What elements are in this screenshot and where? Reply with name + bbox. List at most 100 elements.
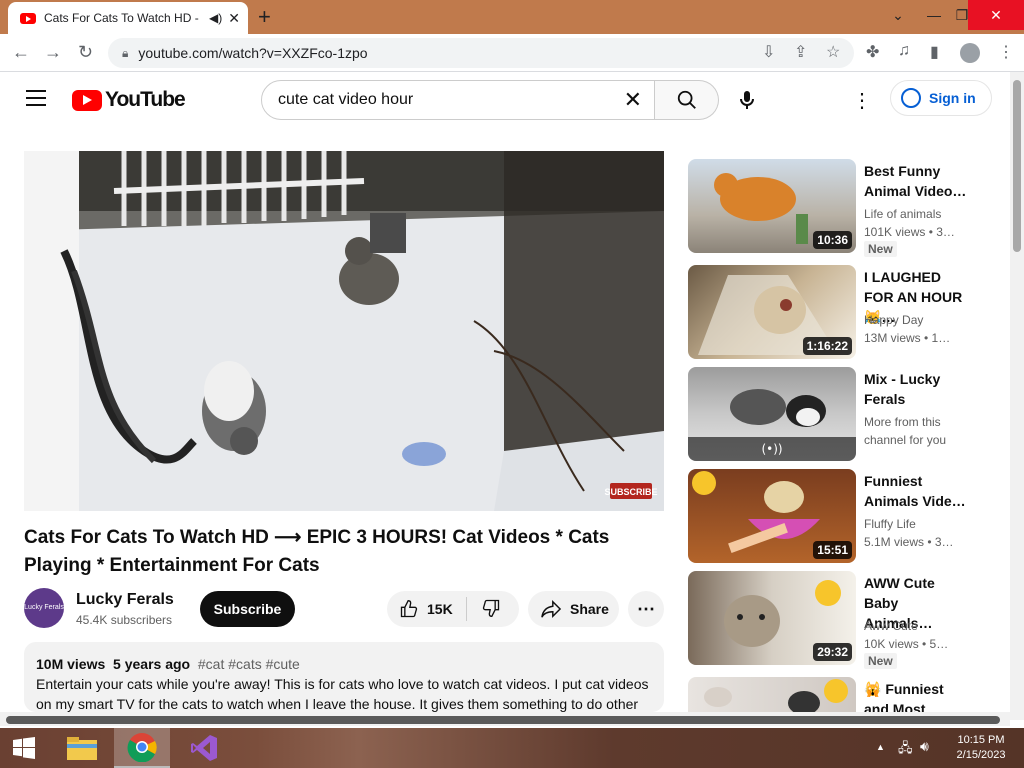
search-input[interactable]: cute cat video hour ✕ bbox=[261, 80, 655, 120]
search-icon bbox=[677, 90, 696, 109]
visual-studio-app[interactable] bbox=[176, 728, 232, 768]
browser-title-bar: Cats For Cats To Watch HD - ◀︎) ✕ + ⌄ — … bbox=[0, 0, 1024, 34]
new-badge: New bbox=[864, 241, 897, 257]
taskbar-clock[interactable]: 10:15 PM 2/15/2023 bbox=[946, 733, 1016, 763]
video-title: Cats For Cats To Watch HD ⟶ EPIC 3 HOURS… bbox=[24, 527, 610, 576]
youtube-favicon-icon bbox=[20, 12, 36, 24]
thumbnail-image bbox=[704, 679, 848, 712]
extensions-puzzle-icon[interactable]: ✤ bbox=[866, 42, 879, 62]
video-thumbnail[interactable]: 10:36 bbox=[688, 159, 856, 253]
recommendation-item[interactable]: 1:16:22 I LAUGHED FOR AN HOUR😹… Happy Da… bbox=[688, 265, 988, 359]
window-close-button[interactable]: ✕ bbox=[968, 0, 1024, 30]
duration-badge: 15:51 bbox=[813, 541, 852, 559]
youtube-logo[interactable]: YouTube bbox=[72, 88, 186, 112]
lock-icon[interactable]: 🔒︎ bbox=[122, 46, 128, 61]
more-horizontal-icon: ⋯ bbox=[637, 598, 655, 619]
speaker-icon[interactable]: ◀︎) bbox=[209, 11, 222, 25]
video-player[interactable]: SUBSCRIBE bbox=[24, 151, 664, 511]
channel-avatar[interactable]: Lucky Ferals bbox=[24, 588, 64, 628]
network-icon[interactable]: 🖧︎ bbox=[898, 739, 913, 761]
clear-search-icon[interactable]: ✕ bbox=[624, 87, 642, 113]
reload-icon[interactable]: ↻ bbox=[78, 42, 93, 63]
share-page-icon[interactable]: ⇪ bbox=[794, 42, 807, 62]
url-text: youtube.com/watch?v=XXZFco-1zpo bbox=[138, 45, 368, 61]
bookmark-star-icon[interactable]: ☆ bbox=[826, 42, 840, 62]
recommendation-item[interactable]: (•)) Mix - Lucky Ferals More from this c… bbox=[688, 367, 988, 461]
recommendation-channel: Aww Cute bbox=[864, 619, 918, 633]
tab-close-icon[interactable]: ✕ bbox=[228, 10, 240, 27]
new-tab-button[interactable]: + bbox=[258, 4, 271, 30]
recommendation-item[interactable]: 🙀 Funniest and Most Hilariou… bbox=[688, 677, 988, 712]
vertical-scroll-thumb[interactable] bbox=[1013, 80, 1021, 252]
chrome-icon bbox=[127, 733, 157, 762]
media-control-icon[interactable]: ♫ bbox=[898, 42, 910, 60]
browser-toolbar: ← → ↻ 🔒︎ youtube.com/watch?v=XXZFco-1zpo… bbox=[0, 34, 1024, 72]
like-button[interactable]: 15K bbox=[387, 597, 467, 621]
share-arrow-icon bbox=[541, 599, 562, 619]
share-button[interactable]: Share bbox=[528, 591, 619, 627]
recommendation-stats: 13M views • 1… bbox=[864, 331, 951, 345]
video-thumbnail[interactable]: (•)) bbox=[688, 367, 856, 461]
address-bar[interactable]: 🔒︎ youtube.com/watch?v=XXZFco-1zpo bbox=[108, 38, 854, 68]
description-box[interactable]: 10M views 5 years ago #cat #cats #cute E… bbox=[24, 642, 664, 712]
windows-start-button[interactable] bbox=[0, 728, 48, 768]
back-arrow-icon[interactable]: ← bbox=[12, 42, 30, 63]
install-icon[interactable]: ⇩ bbox=[762, 42, 775, 62]
subscribe-watermark: SUBSCRIBE bbox=[604, 487, 657, 497]
hashtags[interactable]: #cat #cats #cute bbox=[198, 656, 300, 672]
file-explorer-app[interactable] bbox=[54, 728, 110, 768]
recommendation-title: Mix - Lucky Ferals bbox=[864, 371, 941, 407]
recommendation-item[interactable]: 10:36 Best Funny Animal Video… Life of a… bbox=[688, 159, 988, 257]
recommendation-channel: Fluffy Life bbox=[864, 517, 916, 531]
youtube-header: YouTube cute cat video hour ✕ ⋮ Sign in bbox=[0, 72, 1010, 128]
recommendation-item[interactable]: 29:32 AWW Cute Baby Animals… Aww Cute 10… bbox=[688, 571, 988, 669]
forward-arrow-icon[interactable]: → bbox=[44, 42, 62, 63]
thumbs-down-icon bbox=[482, 599, 500, 617]
account-icon bbox=[901, 88, 921, 108]
volume-icon[interactable]: 🔊︎ bbox=[920, 738, 929, 755]
windows-taskbar: ▲ 🖧︎ 🔊︎ bbox=[0, 728, 1024, 768]
recommendation-title: Funniest Animals Vide… bbox=[864, 473, 966, 509]
microphone-icon[interactable] bbox=[735, 88, 759, 112]
profile-avatar-icon[interactable] bbox=[960, 43, 980, 63]
chrome-app[interactable] bbox=[114, 728, 170, 768]
side-panel-icon[interactable]: ▮ bbox=[930, 42, 939, 62]
browser-tab[interactable]: Cats For Cats To Watch HD - ◀︎) ✕ bbox=[8, 2, 248, 34]
recommendation-title: 🙀 Funniest and Most Hilariou… bbox=[864, 681, 944, 712]
dislike-button[interactable] bbox=[467, 598, 501, 621]
sign-in-button[interactable]: Sign in bbox=[890, 80, 992, 116]
upload-age: 5 years ago bbox=[113, 656, 191, 672]
youtube-play-icon bbox=[72, 89, 102, 111]
description-text: Entertain your cats while you're away! T… bbox=[36, 676, 649, 712]
video-frame: SUBSCRIBE bbox=[24, 151, 664, 511]
duration-badge: 10:36 bbox=[813, 231, 852, 249]
horizontal-scroll-thumb[interactable] bbox=[6, 716, 1000, 724]
visual-studio-icon bbox=[191, 735, 217, 761]
recommendation-channel: More from this bbox=[864, 415, 941, 429]
recommendation-title: Best Funny Animal Video… bbox=[864, 163, 967, 199]
video-thumbnail[interactable] bbox=[688, 677, 856, 712]
folder-icon bbox=[67, 737, 97, 760]
recommendation-item[interactable]: 15:51 Funniest Animals Vide… Fluffy Life… bbox=[688, 469, 988, 563]
settings-more-icon[interactable]: ⋮ bbox=[852, 88, 872, 113]
search-query: cute cat video hour bbox=[278, 91, 414, 108]
thumbs-up-icon bbox=[400, 599, 418, 618]
hamburger-menu-icon[interactable] bbox=[26, 90, 46, 106]
video-thumbnail[interactable]: 29:32 bbox=[688, 571, 856, 665]
subscriber-count: 45.4K subscribers bbox=[76, 613, 173, 627]
search-button[interactable] bbox=[655, 80, 719, 120]
duration-badge: 29:32 bbox=[813, 643, 852, 661]
recommendation-stats: 5.1M views • 3… bbox=[864, 535, 954, 549]
browser-menu-icon[interactable]: ⋮ bbox=[998, 42, 1014, 62]
show-hidden-icons[interactable]: ▲ bbox=[876, 742, 885, 752]
video-thumbnail[interactable]: 15:51 bbox=[688, 469, 856, 563]
thumbnail-image: (•)) bbox=[688, 389, 856, 461]
channel-name[interactable]: Lucky Ferals bbox=[76, 591, 174, 609]
recommendation-channel: Life of animals bbox=[864, 207, 942, 221]
recommendation-stats: 10K views • 5… bbox=[864, 637, 949, 651]
subscribe-button[interactable]: Subscribe bbox=[200, 591, 295, 627]
windows-logo-icon bbox=[13, 737, 35, 759]
like-dislike-group: 15K bbox=[387, 591, 519, 627]
more-actions-button[interactable]: ⋯ bbox=[628, 591, 664, 627]
video-thumbnail[interactable]: 1:16:22 bbox=[688, 265, 856, 359]
